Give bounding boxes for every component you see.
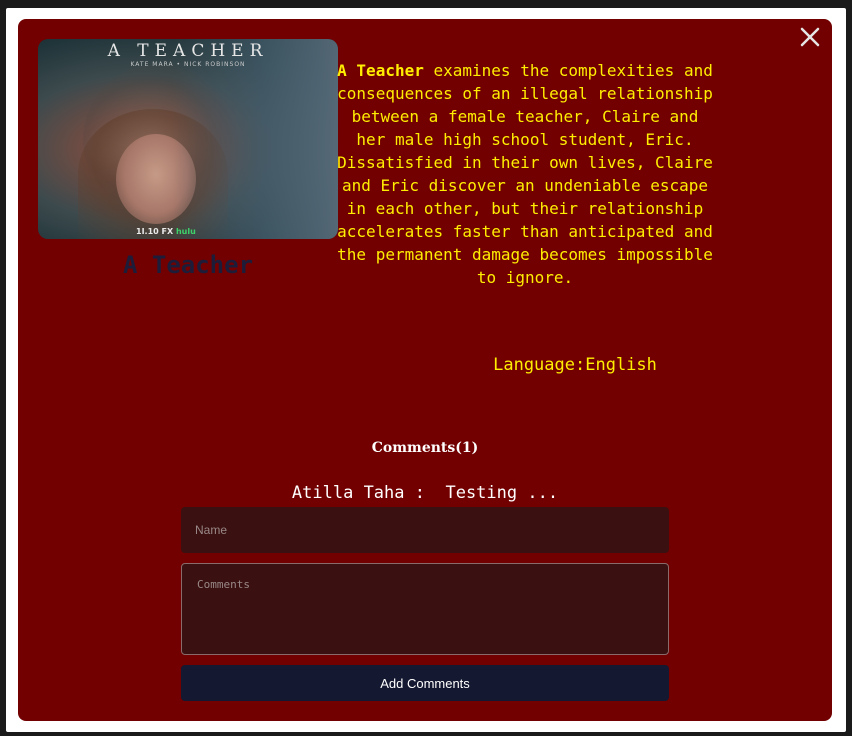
description-title: A Teacher [337, 61, 424, 80]
comments-textarea[interactable] [181, 563, 669, 655]
comment-author: Atilla Taha [291, 483, 405, 503]
poster-network-logo: 1I.10 FX hulu [136, 227, 196, 236]
movie-language: Language:English [336, 355, 814, 375]
poster-cast: KATE MARA • NICK ROBINSON [130, 61, 246, 68]
close-icon [800, 27, 820, 47]
comment-separator: : [404, 483, 446, 503]
comments-heading: Comments(1) [371, 440, 479, 456]
language-label: Language: [493, 355, 586, 375]
description-text: examines the complexities and consequenc… [337, 61, 713, 287]
add-comments-button[interactable]: Add Comments [181, 665, 669, 701]
poster-title: A TEACHER [107, 41, 269, 61]
comment-item: Atilla Taha : Testing ... [18, 483, 832, 503]
language-value: English [585, 355, 657, 375]
movie-description: A Teacher examines the complexities and … [336, 59, 714, 289]
movie-modal: A TEACHER KATE MARA • NICK ROBINSON 1I.1… [18, 19, 832, 721]
comment-text: Testing ... [445, 483, 559, 503]
close-button[interactable] [798, 25, 822, 49]
name-input[interactable] [181, 507, 669, 553]
movie-title: A Teacher [122, 251, 254, 279]
movie-poster: A TEACHER KATE MARA • NICK ROBINSON 1I.1… [38, 39, 338, 239]
